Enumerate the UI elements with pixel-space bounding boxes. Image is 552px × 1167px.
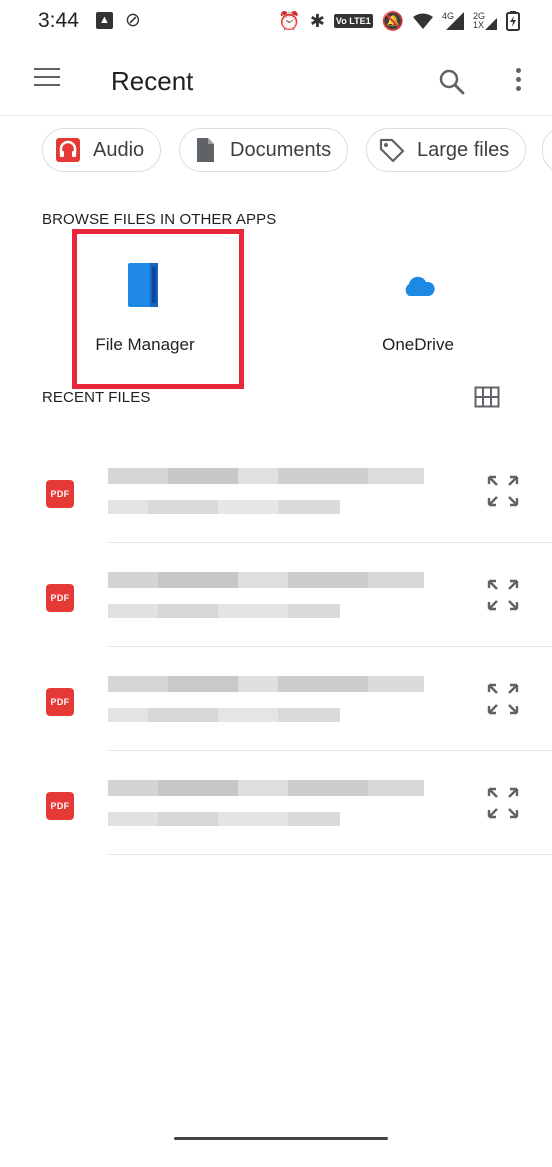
pdf-icon: PDF xyxy=(46,480,74,508)
status-bar: 3:44 ▲ ⊘ ⏰ ✱ Vo LTE1 🔕 4G 2G 1X xyxy=(0,0,552,44)
app-file-manager[interactable]: File Manager xyxy=(60,250,230,370)
chip-audio[interactable]: Audio xyxy=(42,128,162,172)
expand-icon[interactable] xyxy=(486,578,520,612)
tag-icon xyxy=(379,138,405,163)
status-left-icons: ▲ ⊘ xyxy=(96,11,141,30)
expand-icon[interactable] xyxy=(486,786,520,820)
divider xyxy=(108,750,552,751)
mute-icon: 🔕 xyxy=(381,11,404,31)
app-onedrive[interactable]: OneDrive xyxy=(333,250,503,370)
expand-icon[interactable] xyxy=(486,682,520,716)
status-right-icons: ⏰ ✱ Vo LTE1 🔕 4G 2G 1X xyxy=(278,10,520,32)
alarm-icon: ⏰ xyxy=(278,11,301,31)
bluetooth-vibrate-icon: ✱ xyxy=(309,11,325,31)
search-icon[interactable] xyxy=(436,66,468,98)
file-name-redacted xyxy=(108,468,424,484)
app-label: File Manager xyxy=(95,335,195,354)
gesture-nav-bar[interactable] xyxy=(174,1137,388,1140)
file-manager-icon xyxy=(128,263,158,307)
file-meta-redacted xyxy=(108,500,340,514)
app-label: OneDrive xyxy=(382,335,454,354)
page-title: Recent xyxy=(111,66,194,96)
chip-documents[interactable]: Documents xyxy=(179,128,349,172)
divider xyxy=(108,646,552,647)
divider xyxy=(108,854,552,855)
top-app-bar: Recent xyxy=(0,48,552,116)
file-row[interactable]: PDF xyxy=(0,544,552,648)
file-name-redacted xyxy=(108,780,424,796)
onedrive-cloud-icon xyxy=(405,276,435,296)
browse-section-title: BROWSE FILES IN OTHER APPS xyxy=(42,211,277,228)
file-row[interactable]: PDF xyxy=(0,440,552,544)
chip-label: Documents xyxy=(230,138,332,161)
file-name-redacted xyxy=(108,676,424,692)
document-icon xyxy=(197,138,214,162)
divider xyxy=(108,542,552,543)
file-row[interactable]: PDF xyxy=(0,648,552,752)
pdf-icon: PDF xyxy=(46,792,74,820)
file-meta-redacted xyxy=(108,604,340,618)
wifi-icon xyxy=(413,13,433,29)
volte-icon: Vo LTE1 xyxy=(333,14,373,28)
chip-label: Audio xyxy=(93,138,145,161)
status-time: 3:44 xyxy=(38,9,79,32)
pdf-icon: PDF xyxy=(46,584,74,612)
chip-label: Large files xyxy=(417,138,510,161)
signal-4g-icon: 4G xyxy=(442,12,464,30)
filter-chips: Audio Documents Large files xyxy=(42,128,552,174)
chip-large-files[interactable]: Large files xyxy=(366,128,527,172)
more-vert-icon[interactable] xyxy=(508,68,528,98)
battery-charging-icon xyxy=(506,11,520,31)
expand-icon[interactable] xyxy=(486,474,520,508)
grid-view-icon[interactable] xyxy=(474,386,500,408)
gallery-icon: ▲ xyxy=(96,12,113,29)
file-row[interactable]: PDF xyxy=(0,752,552,856)
signal-2g-icon: 2G 1X xyxy=(473,12,497,30)
pdf-icon: PDF xyxy=(46,688,74,716)
file-name-redacted xyxy=(108,572,424,588)
link-icon: ⊘ xyxy=(125,10,141,31)
recent-section-title: RECENT FILES xyxy=(42,389,151,406)
file-meta-redacted xyxy=(108,812,340,826)
hamburger-menu-icon[interactable] xyxy=(34,68,60,90)
headphones-icon xyxy=(56,138,80,162)
file-meta-redacted xyxy=(108,708,340,722)
chip-more[interactable] xyxy=(542,128,552,172)
